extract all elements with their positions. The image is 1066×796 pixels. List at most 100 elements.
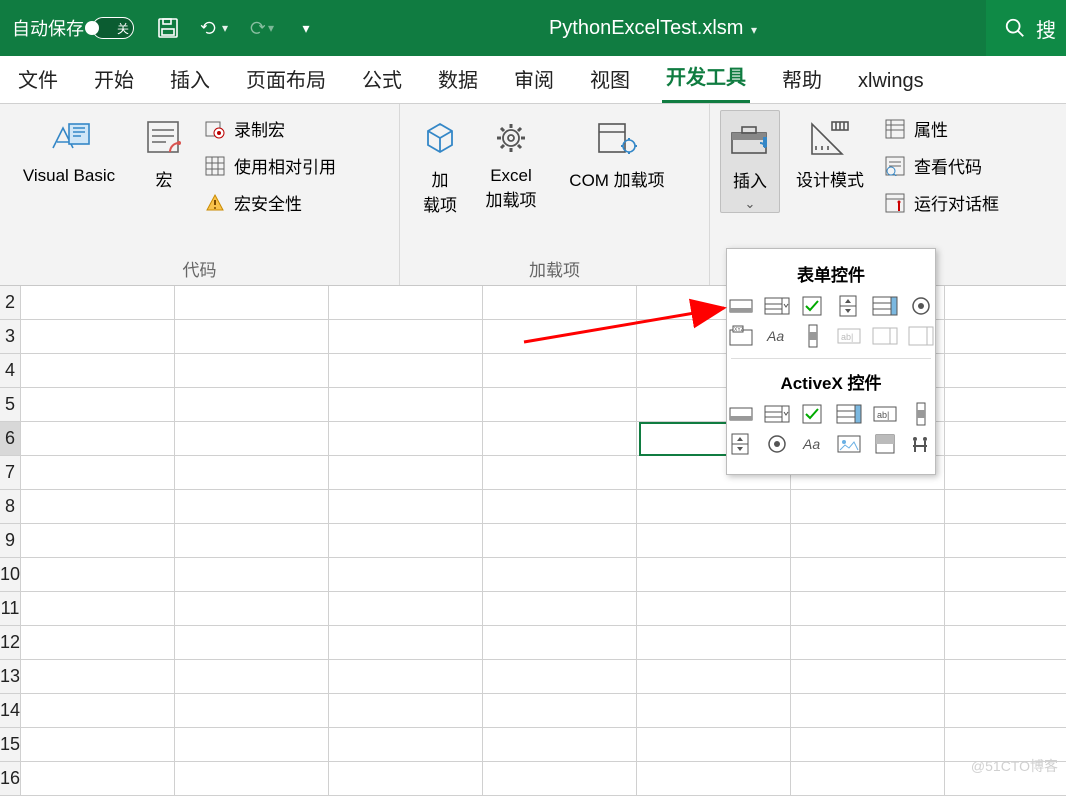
control-listbox-icon[interactable]	[835, 402, 863, 426]
gear-icon	[487, 114, 535, 162]
tab-insert[interactable]: 插入	[166, 56, 214, 103]
control-listbox2-icon	[907, 324, 935, 348]
tab-formulas[interactable]: 公式	[358, 56, 406, 103]
com-addins-button[interactable]: COM 加载项	[552, 110, 682, 191]
view-code-button[interactable]: 查看代码	[880, 151, 1003, 180]
run-dialog-icon	[884, 192, 906, 214]
svg-text:Aa: Aa	[766, 328, 784, 344]
row-header[interactable]: 6	[0, 422, 21, 456]
control-combo2-icon	[871, 324, 899, 348]
title-bar: 自动保存 关 ▾ ▾ ▾ PythonExcelTest.xlsm ▾ 搜	[0, 0, 1066, 56]
row-headers: 2345678910111213141516	[0, 286, 21, 780]
control-image-icon[interactable]	[835, 432, 863, 456]
control-scrollbar-icon[interactable]	[799, 324, 827, 348]
control-spinner-icon[interactable]	[835, 294, 863, 318]
tab-view[interactable]: 视图	[586, 56, 634, 103]
chevron-down-icon: ▾	[751, 23, 757, 37]
control-toggle-icon[interactable]	[871, 432, 899, 456]
row-header[interactable]: 13	[0, 660, 21, 694]
control-label-icon[interactable]: Aa	[799, 432, 827, 456]
save-icon[interactable]	[154, 14, 182, 42]
undo-icon[interactable]: ▾	[200, 14, 228, 42]
redo-icon[interactable]: ▾	[246, 14, 274, 42]
activex-controls-grid: ab| Aa	[737, 402, 925, 462]
control-listbox-icon[interactable]	[871, 294, 899, 318]
qat-customize-icon[interactable]: ▾	[292, 14, 320, 42]
quick-access-toolbar: ▾ ▾ ▾	[154, 14, 320, 42]
row-header[interactable]: 7	[0, 456, 21, 490]
macros-icon	[140, 114, 188, 162]
activex-controls-heading: ActiveX 控件	[737, 365, 925, 402]
toolbox-icon	[726, 115, 774, 163]
svg-text:ab|: ab|	[877, 410, 889, 420]
tab-help[interactable]: 帮助	[778, 56, 826, 103]
row-header[interactable]: 11	[0, 592, 21, 626]
record-macro-button[interactable]: 录制宏	[200, 114, 340, 143]
control-checkbox-icon[interactable]	[799, 294, 827, 318]
tab-layout[interactable]: 页面布局	[242, 56, 330, 103]
warning-icon	[204, 192, 226, 214]
tab-review[interactable]: 审阅	[510, 56, 558, 103]
svg-text:ab|: ab|	[841, 332, 853, 342]
form-controls-heading: 表单控件	[737, 257, 925, 294]
control-scrollbar-icon[interactable]	[907, 402, 935, 426]
control-combo-icon[interactable]	[763, 294, 791, 318]
insert-controls-panel: 表单控件 XYZ Aa ab| ActiveX 控件 ab| Aa	[726, 248, 936, 475]
row-header[interactable]: 14	[0, 694, 21, 728]
row-header[interactable]: 16	[0, 762, 21, 796]
tab-home[interactable]: 开始	[90, 56, 138, 103]
excel-addins-button[interactable]: Excel 加载项	[476, 110, 546, 211]
row-header[interactable]: 5	[0, 388, 21, 422]
macro-security-button[interactable]: 宏安全性	[200, 188, 340, 217]
row-header[interactable]: 8	[0, 490, 21, 524]
chevron-down-icon: ▾	[268, 21, 274, 35]
control-groupbox-icon[interactable]: XYZ	[727, 324, 755, 348]
row-header[interactable]: 2	[0, 286, 21, 320]
view-code-icon	[884, 155, 906, 177]
row-header[interactable]: 10	[0, 558, 21, 592]
control-combo-icon[interactable]	[763, 402, 791, 426]
control-checkbox-icon[interactable]	[799, 402, 827, 426]
macros-button[interactable]: 宏	[134, 110, 194, 191]
form-controls-grid: XYZ Aa ab|	[737, 294, 925, 354]
tab-data[interactable]: 数据	[434, 56, 482, 103]
control-spinner-icon[interactable]	[727, 432, 755, 456]
group-label-code: 代码	[10, 252, 389, 283]
row-header[interactable]: 12	[0, 626, 21, 660]
run-dialog-button[interactable]: 运行对话框	[880, 188, 1003, 217]
svg-text:XYZ: XYZ	[734, 327, 744, 333]
row-header[interactable]: 4	[0, 354, 21, 388]
autosave-switch[interactable]: 关	[92, 17, 134, 39]
control-option-icon[interactable]	[907, 294, 935, 318]
properties-icon	[884, 118, 906, 140]
row-header[interactable]: 15	[0, 728, 21, 762]
control-label-icon[interactable]: Aa	[763, 324, 791, 348]
row-header[interactable]: 9	[0, 524, 21, 558]
autosave-toggle[interactable]: 自动保存 关	[12, 15, 134, 41]
tab-xlwings[interactable]: xlwings	[854, 62, 928, 103]
control-button-icon[interactable]	[727, 402, 755, 426]
row-header[interactable]: 3	[0, 320, 21, 354]
record-icon	[204, 118, 226, 140]
control-textbox-icon[interactable]: ab|	[871, 402, 899, 426]
addins-icon	[416, 114, 464, 162]
insert-controls-button[interactable]: 插入 ⌄	[720, 110, 780, 213]
control-textfield-icon: ab|	[835, 324, 863, 348]
visual-basic-button[interactable]: Visual Basic	[10, 110, 128, 186]
chevron-down-icon: ▾	[222, 21, 228, 35]
file-name[interactable]: PythonExcelTest.xlsm ▾	[320, 17, 986, 40]
design-mode-button[interactable]: 设计模式	[786, 110, 874, 191]
search-box[interactable]: 搜	[986, 0, 1066, 56]
control-more-icon[interactable]	[907, 432, 935, 456]
ribbon-tabs: 文件 开始 插入 页面布局 公式 数据 审阅 视图 开发工具 帮助 xlwing…	[0, 56, 1066, 104]
control-option-icon[interactable]	[763, 432, 791, 456]
properties-button[interactable]: 属性	[880, 114, 1003, 143]
addins-button[interactable]: 加 载项	[410, 110, 470, 216]
visual-basic-icon	[45, 114, 93, 162]
tab-developer[interactable]: 开发工具	[662, 53, 750, 103]
autosave-label: 自动保存	[12, 15, 84, 41]
chevron-down-icon: ⌄	[745, 196, 756, 212]
tab-file[interactable]: 文件	[14, 56, 62, 103]
control-button-icon[interactable]	[727, 294, 755, 318]
relative-ref-button[interactable]: 使用相对引用	[200, 151, 340, 180]
